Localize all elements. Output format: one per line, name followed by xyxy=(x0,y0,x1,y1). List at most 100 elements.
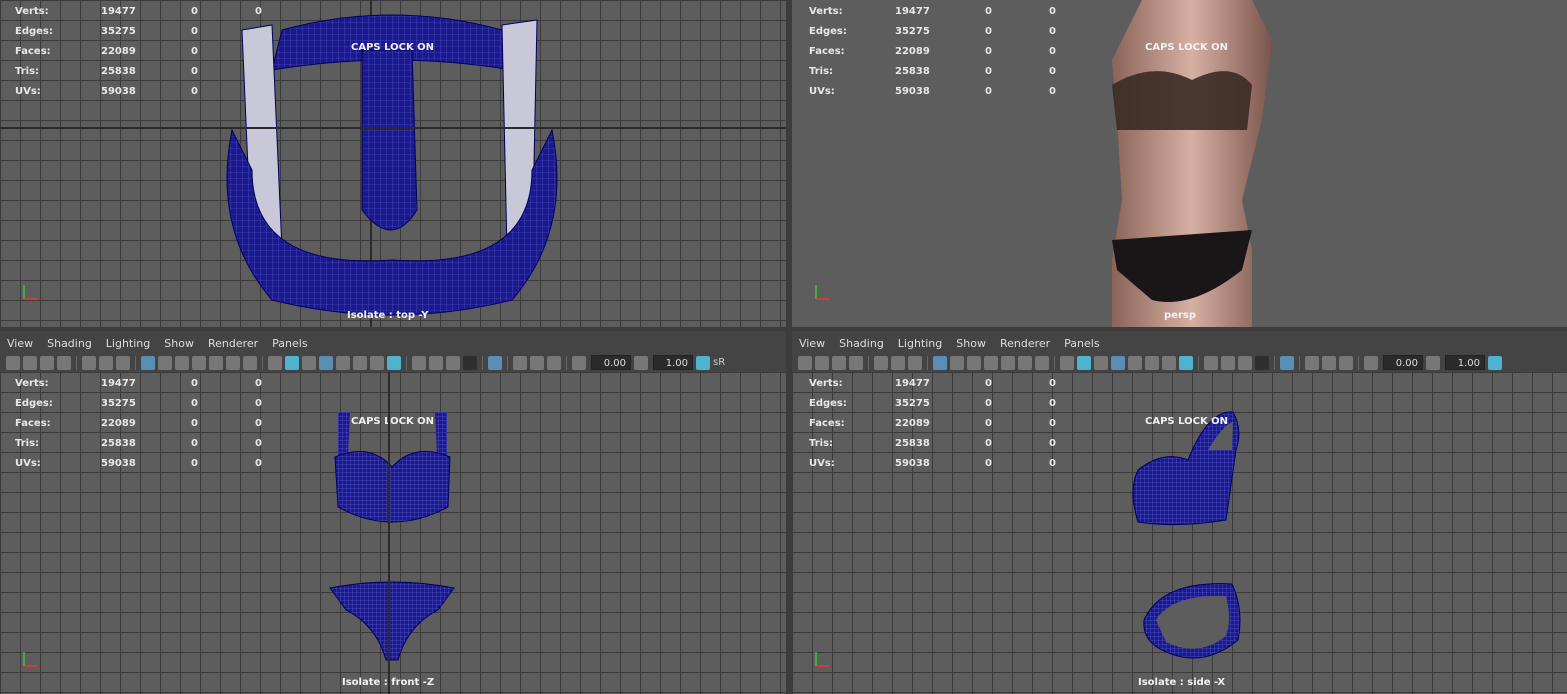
exposure-field[interactable]: 0.00 xyxy=(591,355,631,370)
safe-action-icon[interactable] xyxy=(1018,355,1032,370)
srgb-label[interactable]: sR xyxy=(713,357,725,368)
menu-lighting[interactable]: Lighting xyxy=(891,337,949,350)
exposure-icon[interactable] xyxy=(572,355,586,370)
pane-divider-horizontal[interactable] xyxy=(0,327,1567,331)
viewport-label: Isolate : front -Z xyxy=(342,677,435,688)
textured-icon[interactable] xyxy=(1145,355,1159,370)
field-chart-icon[interactable] xyxy=(209,355,223,370)
gamma-field[interactable]: 1.00 xyxy=(653,355,693,370)
camera-icon[interactable] xyxy=(798,355,812,370)
brush-icon[interactable] xyxy=(116,355,130,370)
2d-pan-zoom-icon[interactable] xyxy=(99,355,113,370)
menu-panels[interactable]: Panels xyxy=(1057,337,1106,350)
hud-value: 19477 xyxy=(895,378,930,389)
wireframe-icon[interactable] xyxy=(268,355,282,370)
menu-lighting[interactable]: Lighting xyxy=(99,337,157,350)
default-material-icon[interactable] xyxy=(302,355,316,370)
xray-active-icon[interactable] xyxy=(530,355,544,370)
exposure-field[interactable]: 0.00 xyxy=(1383,355,1423,370)
viewport-front[interactable]: Verts: 19477 0 0 Edges: 35275 0 0 Faces: 22089 0… xyxy=(0,372,786,694)
bookmark-icon[interactable] xyxy=(832,355,846,370)
menu-view[interactable]: View xyxy=(0,337,40,350)
image-plane-icon[interactable] xyxy=(849,355,863,370)
wireframe-icon[interactable] xyxy=(1060,355,1074,370)
xray-joints-icon[interactable] xyxy=(513,355,527,370)
screen-space-ao-icon[interactable] xyxy=(1204,355,1218,370)
wireframe-on-shaded-icon[interactable] xyxy=(1111,355,1125,370)
gamma-icon[interactable] xyxy=(634,355,648,370)
viewport-persp[interactable]: Verts: 19477 0 0 Edges: 35275 0 0 Faces: 22089 0… xyxy=(792,0,1567,327)
hud-stats: Verts: 19477 0 0 Edges: 35275 0 0 Faces: 22089 0… xyxy=(15,374,262,474)
hud-label: Faces: xyxy=(809,46,845,57)
xray-joints-icon[interactable] xyxy=(1305,355,1319,370)
bra-front-wireframe xyxy=(334,412,451,523)
2d-pan-zoom-icon[interactable] xyxy=(891,355,905,370)
resolution-gate-icon[interactable] xyxy=(175,355,189,370)
color-management-icon[interactable] xyxy=(1488,355,1502,370)
viewport-top[interactable]: Verts: 19477 0 0 Edges: 35275 0 Faces: 22089 0 … xyxy=(0,0,786,327)
smooth-shade-icon[interactable] xyxy=(285,355,299,370)
field-chart-icon[interactable] xyxy=(1001,355,1015,370)
brush-icon[interactable] xyxy=(908,355,922,370)
camera-attributes-icon[interactable] xyxy=(815,355,829,370)
film-gate-icon[interactable] xyxy=(158,355,172,370)
hud-stats: Verts: 19477 0 0 Edges: 35275 0 0 Faces: 22089 0… xyxy=(809,2,1056,102)
hud-value: 0 xyxy=(255,438,262,449)
color-management-icon[interactable] xyxy=(696,355,710,370)
motion-blur-icon[interactable] xyxy=(1221,355,1235,370)
menu-panels[interactable]: Panels xyxy=(265,337,314,350)
gate-mask-icon[interactable] xyxy=(984,355,998,370)
grid-icon[interactable] xyxy=(141,355,155,370)
hud-value: 35275 xyxy=(101,398,136,409)
gamma-icon[interactable] xyxy=(1426,355,1440,370)
grease-pencil-icon[interactable] xyxy=(874,355,888,370)
grease-pencil-icon[interactable] xyxy=(82,355,96,370)
backface-culling-icon[interactable] xyxy=(547,355,561,370)
xray-icon[interactable] xyxy=(336,355,350,370)
anti-aliasing-icon[interactable] xyxy=(446,355,460,370)
bookmark-icon[interactable] xyxy=(40,355,54,370)
default-material-icon[interactable] xyxy=(1094,355,1108,370)
xray-icon[interactable] xyxy=(1128,355,1142,370)
screen-space-ao-icon[interactable] xyxy=(412,355,426,370)
shadows-icon[interactable] xyxy=(1179,355,1193,370)
menu-show[interactable]: Show xyxy=(949,337,993,350)
lights-icon[interactable] xyxy=(370,355,384,370)
resolution-gate-icon[interactable] xyxy=(967,355,981,370)
anti-aliasing-icon[interactable] xyxy=(1238,355,1252,370)
exposure-icon[interactable] xyxy=(1364,355,1378,370)
menu-show[interactable]: Show xyxy=(157,337,201,350)
film-gate-icon[interactable] xyxy=(950,355,964,370)
depth-of-field-icon[interactable] xyxy=(1255,355,1269,370)
camera-attributes-icon[interactable] xyxy=(23,355,37,370)
safe-title-icon[interactable] xyxy=(1035,355,1049,370)
menu-renderer[interactable]: Renderer xyxy=(993,337,1057,350)
wireframe-on-shaded-icon[interactable] xyxy=(319,355,333,370)
depth-of-field-icon[interactable] xyxy=(463,355,477,370)
menu-renderer[interactable]: Renderer xyxy=(201,337,265,350)
shadows-icon[interactable] xyxy=(387,355,401,370)
viewport-side[interactable]: Verts: 19477 0 0 Edges: 35275 0 0 Faces: 22089 0… xyxy=(792,372,1567,694)
hud-label: Tris: xyxy=(809,438,834,449)
menu-shading[interactable]: Shading xyxy=(40,337,99,350)
isolate-select-icon[interactable] xyxy=(1280,355,1294,370)
image-plane-icon[interactable] xyxy=(57,355,71,370)
textured-icon[interactable] xyxy=(353,355,367,370)
isolate-select-icon[interactable] xyxy=(488,355,502,370)
gamma-field[interactable]: 1.00 xyxy=(1445,355,1485,370)
motion-blur-icon[interactable] xyxy=(429,355,443,370)
menu-view[interactable]: View xyxy=(792,337,832,350)
hud-value: 0 xyxy=(255,378,262,389)
lights-icon[interactable] xyxy=(1162,355,1176,370)
safe-title-icon[interactable] xyxy=(243,355,257,370)
safe-action-icon[interactable] xyxy=(226,355,240,370)
camera-icon[interactable] xyxy=(6,355,20,370)
gate-mask-icon[interactable] xyxy=(192,355,206,370)
grid-icon[interactable] xyxy=(933,355,947,370)
hud-value: 0 xyxy=(1049,418,1056,429)
xray-active-icon[interactable] xyxy=(1322,355,1336,370)
hud-value: 25838 xyxy=(101,438,136,449)
backface-culling-icon[interactable] xyxy=(1339,355,1353,370)
menu-shading[interactable]: Shading xyxy=(832,337,891,350)
smooth-shade-icon[interactable] xyxy=(1077,355,1091,370)
